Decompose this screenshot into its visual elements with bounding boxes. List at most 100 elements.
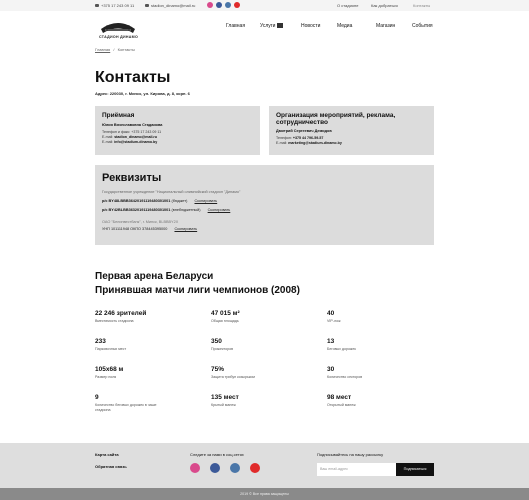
- vk-icon[interactable]: [230, 463, 240, 473]
- stat-value: 9: [95, 394, 99, 401]
- account-note: (бюджет): [171, 199, 188, 203]
- top-link-about[interactable]: О стадионе: [337, 3, 358, 8]
- requisites-unp-row: УНП 101111948 ОКПО 378445395000 Скопиров…: [102, 227, 427, 231]
- copy-button[interactable]: Скопировать: [208, 208, 231, 212]
- events-title: Организация мероприятий, реклама, сотруд…: [276, 112, 396, 126]
- requisites-card: Реквизиты Государственное учреждение "На…: [95, 165, 434, 245]
- stat-item: 9 Количество беговых дорожек в чаше стад…: [95, 394, 167, 413]
- stat-value: 30: [327, 366, 335, 373]
- top-link-contacts[interactable]: Контакты: [413, 3, 430, 8]
- nav-shop[interactable]: Магазин: [376, 23, 395, 29]
- reception-email1-label: E-mail:: [102, 135, 114, 139]
- stat-label: Защита трибун козырьком: [211, 375, 255, 379]
- breadcrumb-home[interactable]: Главная: [95, 47, 110, 52]
- facebook-icon[interactable]: [210, 463, 220, 473]
- vk-icon[interactable]: [225, 2, 231, 8]
- stat-value: 22 246 зрителей: [95, 310, 147, 317]
- stat-item: 47 015 м² Общая площадь: [211, 310, 331, 324]
- stat-label: Крытый манеж: [211, 403, 236, 407]
- stat-value: 40: [327, 310, 335, 317]
- stat-value: 350: [211, 338, 222, 345]
- requisites-org: Государственное учреждение "Национальный…: [102, 190, 241, 194]
- stat-item: 75% Защита трибун козырьком: [211, 366, 331, 380]
- copy-unp-button[interactable]: Скопировать: [174, 227, 197, 231]
- newsletter-email-input[interactable]: Ваш email-адрес: [317, 463, 396, 476]
- stat-label: Количество секторов: [327, 375, 363, 379]
- requisites-bank: ОАО "Белинвестбанк", г. Минск, BLBBBY2X: [102, 220, 179, 224]
- stat-item: 233 Парковочных мест: [95, 338, 215, 352]
- account-number: р/с BY48LBBB36420191119480301001: [102, 199, 171, 203]
- phone-icon: [95, 4, 99, 7]
- copy-button[interactable]: Скопировать: [194, 199, 217, 203]
- footer-feedback-link[interactable]: Обратная связь: [95, 464, 127, 469]
- stat-item: 22 246 зрителей Вместимость стадиона: [95, 310, 215, 324]
- stat-label: VIP-лож: [327, 319, 341, 323]
- stat-item: 40 VIP-лож: [327, 310, 447, 324]
- arena-heading: Первая арена Беларуси Принявшая матчи ли…: [95, 270, 300, 298]
- chevron-down-icon: [277, 23, 284, 28]
- logo-text: СТАДИОН ДИНАМО: [99, 35, 139, 39]
- events-phone[interactable]: +375 44 796-59-57: [293, 136, 323, 140]
- nav-events[interactable]: События: [412, 23, 433, 29]
- youtube-icon[interactable]: [250, 463, 260, 473]
- nav-media[interactable]: Медиа: [337, 23, 352, 29]
- page-title: Контакты: [95, 69, 171, 86]
- events-email[interactable]: marketing@stadium-dinamo.by: [288, 141, 342, 145]
- top-link-directions[interactable]: Как добраться: [371, 3, 398, 8]
- events-card: Организация мероприятий, реклама, сотруд…: [269, 106, 434, 155]
- requisites-row: р/с BY42BLBB36320191119480301001 (внебюд…: [102, 208, 427, 212]
- top-phone[interactable]: +375 17 243 09 11: [95, 3, 134, 8]
- top-email[interactable]: stadion_dinamo@mail.ru: [145, 3, 195, 8]
- account-number: р/с BY42BLBB36320191119480301001: [102, 208, 171, 212]
- page-address: Адрес: 220030, г. Минск, ул. Кирова, д. …: [95, 91, 190, 96]
- footer: Карта сайта Обратная связь Следите за на…: [0, 443, 529, 488]
- arena-line2: Принявшая матчи лиги чемпионов (2008): [95, 285, 300, 296]
- reception-email2[interactable]: info@stadium-dinamo.by: [114, 140, 157, 144]
- stat-label: Прожекторов: [211, 347, 234, 351]
- nav-services-label: Услуги: [260, 23, 276, 29]
- stat-label: Вместимость стадиона: [95, 319, 134, 323]
- youtube-icon[interactable]: [234, 2, 240, 8]
- footer-social-title: Следите за нами в соц.сетях: [190, 452, 244, 457]
- stat-item: 98 мест Открытый манеж: [327, 394, 447, 408]
- stat-value: 233: [95, 338, 106, 345]
- unp-text: УНП 101111948 ОКПО 378445395000: [102, 227, 168, 231]
- stat-item: 350 Прожекторов: [211, 338, 331, 352]
- top-bar: +375 17 243 09 11 stadion_dinamo@mail.ru…: [0, 0, 529, 11]
- nav-home[interactable]: Главная: [226, 23, 245, 29]
- nav-services[interactable]: Услуги: [260, 23, 284, 29]
- reception-title: Приёмная: [102, 112, 135, 119]
- stat-item: 30 Количество секторов: [327, 366, 447, 380]
- copyright: 2019 © Все права защищены: [0, 488, 529, 500]
- stat-value: 98 мест: [327, 394, 352, 401]
- mail-icon: [145, 4, 149, 7]
- stat-item: 105х68 м Размер поля: [95, 366, 215, 380]
- requisites-title: Реквизиты: [102, 172, 162, 184]
- requisites-row: р/с BY48LBBB36420191119480301001 (бюджет…: [102, 199, 427, 203]
- reception-name: Юлия Вячеславовна Стадаиова: [102, 123, 163, 127]
- footer-newsletter-title: Подписывайтесь на нашу рассылку: [317, 452, 384, 457]
- breadcrumb-current: Контакты: [117, 47, 135, 52]
- reception-email2-line: E-mail: info@stadium-dinamo.by: [102, 140, 253, 145]
- stat-label: Парковочных мест: [95, 347, 127, 351]
- instagram-icon[interactable]: [207, 2, 213, 8]
- instagram-icon[interactable]: [190, 463, 200, 473]
- stat-value: 105х68 м: [95, 366, 124, 373]
- reception-card: Приёмная Юлия Вячеславовна Стадаиова Тел…: [95, 106, 260, 155]
- events-email-label: E-mail:: [276, 141, 288, 145]
- footer-sitemap-link[interactable]: Карта сайта: [95, 452, 119, 457]
- breadcrumb-separator: /: [113, 47, 115, 52]
- stat-value: 75%: [211, 366, 225, 373]
- reception-email1[interactable]: stadion_dinamo@mail.ru: [114, 135, 157, 139]
- stat-label: Общая площадь: [211, 319, 239, 323]
- stat-label: Открытый манеж: [327, 403, 356, 407]
- events-phone-label: Телефон:: [276, 136, 292, 140]
- subscribe-button[interactable]: Подписаться: [396, 463, 434, 476]
- nav-news[interactable]: Новости: [301, 23, 320, 29]
- stat-label: Количество беговых дорожек в чаше стадио…: [95, 403, 157, 412]
- facebook-icon[interactable]: [216, 2, 222, 8]
- reception-email2-label: E-mail:: [102, 140, 114, 144]
- top-email-text: stadion_dinamo@mail.ru: [151, 3, 196, 8]
- stat-value: 135 мест: [211, 394, 239, 401]
- stat-item: 13 Беговых дорожек: [327, 338, 447, 352]
